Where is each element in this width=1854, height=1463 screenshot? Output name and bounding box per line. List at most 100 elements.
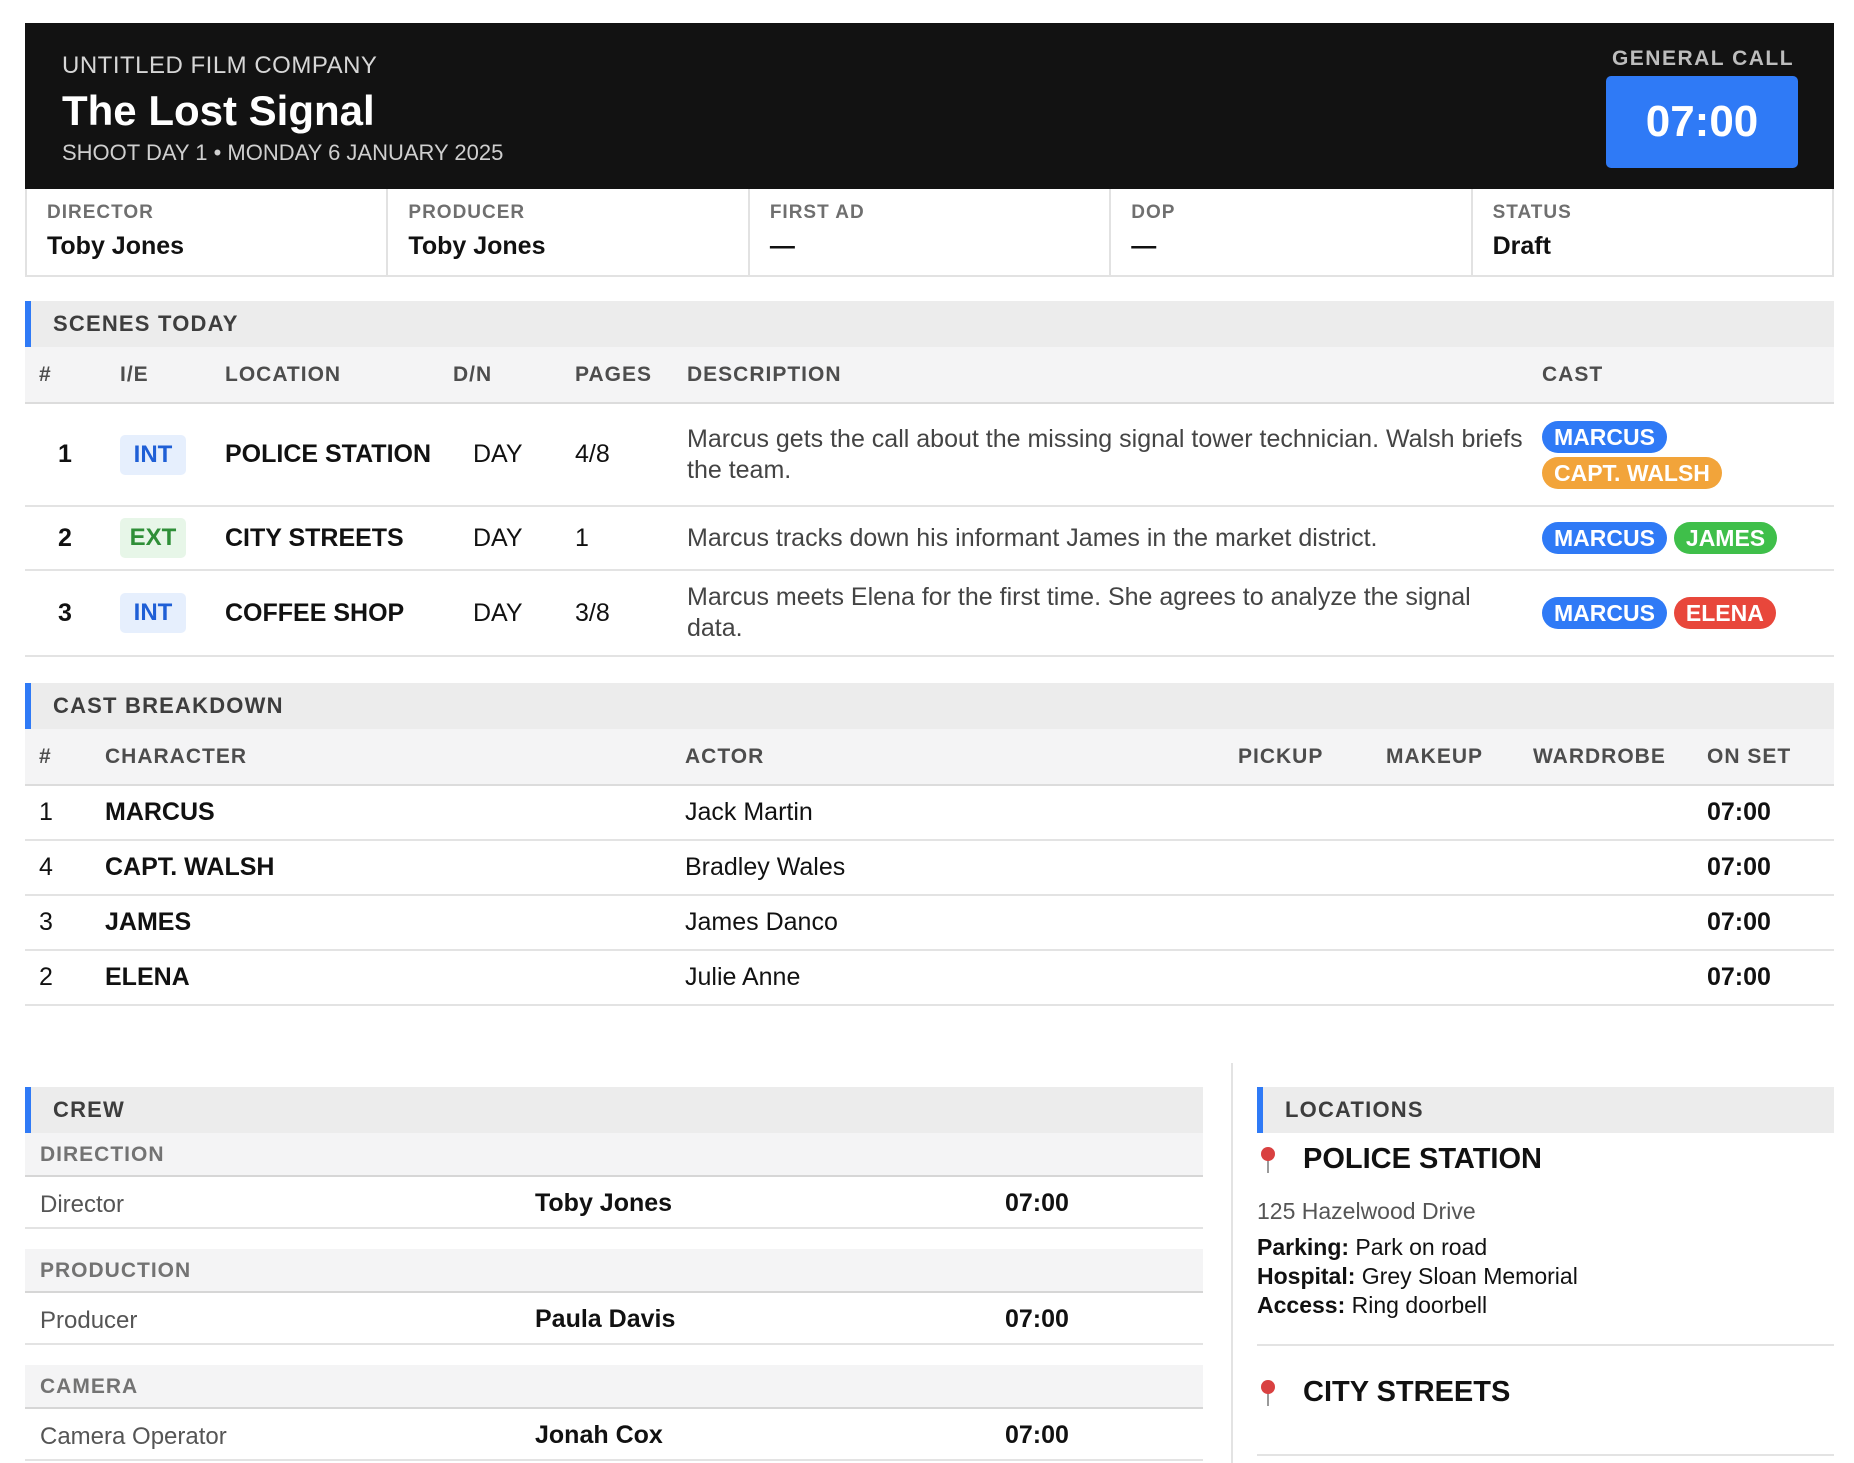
cast-on-set: 07:00 (1707, 785, 1834, 841)
crew-name: Paula Davis (535, 1305, 676, 1333)
cast-actor: Julie Anne (685, 950, 1238, 1006)
cast-character: ELENA (105, 950, 685, 1006)
info-status: STATUS Draft (1473, 189, 1832, 275)
scene-cast-cell: MARCUS ELENA (1542, 570, 1834, 657)
hospital-value: Grey Sloan Memorial (1361, 1263, 1578, 1289)
ie-badge: INT (120, 593, 186, 633)
cast-header-row: # CHARACTER ACTOR PICKUP MAKEUP WARDROBE… (25, 729, 1834, 786)
scene-row[interactable]: 3 INT COFFEE SHOP DAY 3/8 Marcus meets E… (25, 570, 1834, 657)
crew-dept-production: PRODUCTION (25, 1249, 1203, 1293)
info-first-ad: FIRST AD — (750, 189, 1112, 275)
scenes-header-row: # I/E LOCATION D/N PAGES DESCRIPTION CAS… (25, 347, 1834, 404)
cast-number: 4 (25, 840, 105, 896)
cast-row[interactable]: 2 ELENA Julie Anne 07:00 (25, 950, 1834, 1006)
location-card[interactable]: POLICE STATION 125 Hazelwood Drive Parki… (1257, 1133, 1834, 1346)
scene-pages: 3/8 (575, 570, 687, 657)
scene-number: 1 (25, 403, 120, 507)
crew-name: Jonah Cox (535, 1421, 663, 1449)
parking-label: Parking: (1257, 1234, 1350, 1260)
cast-number: 2 (25, 950, 105, 1006)
general-call-time: 07:00 (1606, 76, 1798, 168)
cast-pickup (1238, 950, 1386, 1006)
cast-wardrobe (1533, 840, 1707, 896)
cast-character: CAPT. WALSH (105, 840, 685, 896)
info-value: — (769, 232, 795, 260)
company-name: UNTITLED FILM COMPANY (62, 52, 378, 79)
cast-pickup (1238, 785, 1386, 841)
cast-character: JAMES (105, 895, 685, 951)
col-header-location: LOCATION (225, 347, 453, 404)
cast-wardrobe (1533, 785, 1707, 841)
scene-pages: 1 (575, 506, 687, 571)
crew-dept-direction: DIRECTION (25, 1133, 1203, 1177)
crew-row[interactable]: Director Toby Jones 07:00 (25, 1177, 1203, 1229)
cast-row[interactable]: 3 JAMES James Danco 07:00 (25, 895, 1834, 951)
parking-value: Park on road (1355, 1234, 1488, 1260)
col-header-num: # (25, 729, 105, 786)
crew-column: CREW DIRECTION Director Toby Jones 07:00… (25, 1087, 1203, 1461)
info-label: FIRST AD (769, 202, 865, 223)
col-header-makeup: MAKEUP (1386, 729, 1533, 786)
scene-ie-cell: EXT (120, 506, 225, 571)
cast-row[interactable]: 4 CAPT. WALSH Bradley Wales 07:00 (25, 840, 1834, 896)
scene-row[interactable]: 1 INT POLICE STATION DAY 4/8 Marcus gets… (25, 403, 1834, 507)
cast-number: 1 (25, 785, 105, 841)
location-card[interactable]: CITY STREETS (1257, 1346, 1834, 1456)
call-sheet: UNTITLED FILM COMPANY The Lost Signal SH… (25, 23, 1834, 1463)
film-title: The Lost Signal (62, 87, 375, 134)
col-header-dn: D/N (453, 347, 575, 404)
location-title: POLICE STATION (1257, 1133, 1834, 1176)
crew-call-time: 07:00 (1005, 1189, 1069, 1217)
scene-day-night: DAY (453, 506, 575, 571)
crew-role: Director (40, 1191, 125, 1218)
cast-chip-capt-walsh: CAPT. WALSH (1542, 456, 1722, 489)
location-details: Parking: Park on road Hospital: Grey Slo… (1257, 1233, 1834, 1344)
cast-on-set: 07:00 (1707, 950, 1834, 1006)
cast-actor: Bradley Wales (685, 840, 1238, 896)
info-director: DIRECTOR Toby Jones (27, 189, 389, 275)
scene-location: CITY STREETS (225, 506, 453, 571)
crew-name: Toby Jones (535, 1189, 673, 1217)
crew-section-header: CREW (25, 1087, 1203, 1133)
cast-wardrobe (1533, 895, 1707, 951)
scene-pages: 4/8 (575, 403, 687, 507)
cast-character: MARCUS (105, 785, 685, 841)
col-header-num: # (25, 347, 120, 404)
hospital-label: Hospital: (1257, 1263, 1356, 1289)
scene-description: Marcus gets the call about the missing s… (687, 403, 1542, 507)
info-value: Toby Jones (408, 232, 546, 260)
access-value: Ring doorbell (1351, 1292, 1488, 1318)
scene-ie-cell: INT (120, 403, 225, 507)
scene-location: COFFEE SHOP (225, 570, 453, 657)
crew-row[interactable]: Camera Operator Jonah Cox 07:00 (25, 1409, 1203, 1461)
crew-row[interactable]: Producer Paula Davis 07:00 (25, 1293, 1203, 1345)
col-header-pages: PAGES (575, 347, 687, 404)
cast-chip-elena: ELENA (1673, 597, 1776, 629)
cast-section-header: CAST BREAKDOWN (25, 683, 1834, 729)
cast-pickup (1238, 895, 1386, 951)
scene-location: POLICE STATION (225, 403, 453, 507)
col-header-on-set: ON SET (1707, 729, 1834, 786)
info-label: STATUS (1492, 202, 1572, 223)
cast-number: 3 (25, 895, 105, 951)
location-name: POLICE STATION (1303, 1143, 1542, 1175)
scene-row[interactable]: 2 EXT CITY STREETS DAY 1 Marcus tracks d… (25, 506, 1834, 571)
cast-pickup (1238, 840, 1386, 896)
map-pin-icon (1257, 1145, 1277, 1175)
locations-section-header: LOCATIONS (1257, 1087, 1834, 1133)
scene-description: Marcus meets Elena for the first time. S… (687, 570, 1542, 657)
crew-role: Producer (40, 1307, 138, 1334)
info-dop: DOP — (1111, 189, 1473, 275)
ie-badge: INT (120, 434, 186, 475)
map-pin-icon (1257, 1378, 1277, 1408)
col-header-character: CHARACTER (105, 729, 685, 786)
cast-wardrobe (1533, 950, 1707, 1006)
cast-row[interactable]: 1 MARCUS Jack Martin 07:00 (25, 785, 1834, 841)
crew-role: Camera Operator (40, 1423, 227, 1450)
locations-column: LOCATIONS POLICE STATION 125 Hazelwood D… (1257, 1087, 1834, 1456)
info-label: DIRECTOR (47, 202, 154, 223)
cast-chip-james: JAMES (1673, 522, 1778, 554)
info-value: Toby Jones (47, 232, 185, 260)
crew-call-time: 07:00 (1005, 1305, 1069, 1333)
shoot-day: SHOOT DAY 1 • MONDAY 6 JANUARY 2025 (62, 140, 504, 165)
